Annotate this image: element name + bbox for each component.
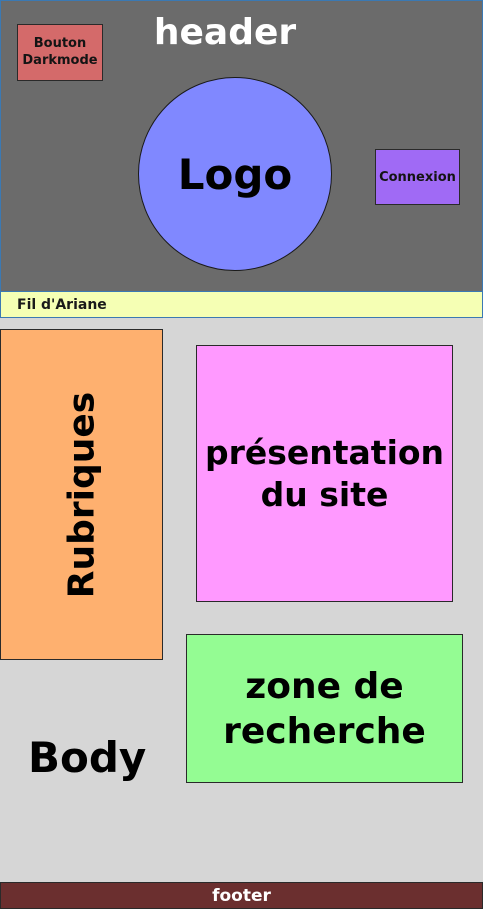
breadcrumb[interactable]: Fil d'Ariane <box>0 291 483 318</box>
rubriques-label: Rubriques <box>61 391 102 598</box>
footer-label: footer <box>212 885 271 906</box>
logo[interactable]: Logo <box>138 77 332 271</box>
rubriques-panel[interactable]: Rubriques <box>0 329 163 660</box>
footer: footer <box>0 882 483 909</box>
body-label: Body <box>28 733 147 782</box>
search-zone[interactable]: zone de recherche <box>186 634 463 783</box>
breadcrumb-label: Fil d'Ariane <box>17 296 107 313</box>
login-button[interactable]: Connexion <box>375 149 460 205</box>
site-presentation-panel: présentation du site <box>196 345 453 602</box>
darkmode-button[interactable]: Bouton Darkmode <box>17 24 103 81</box>
